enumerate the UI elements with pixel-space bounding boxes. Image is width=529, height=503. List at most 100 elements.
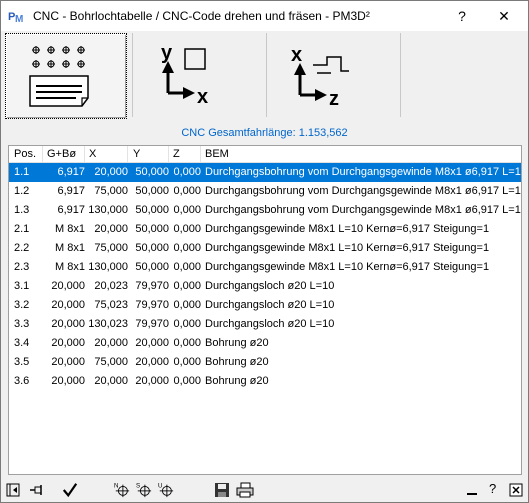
drill-hole-table[interactable]: Pos. G+Bø X Y Z BEM 1.1 6,917 20,000 50,000… xyxy=(8,145,522,475)
column-header-y[interactable]: Y xyxy=(133,148,140,162)
cell-bem: Durchgangsgewinde M8x1 L=10 Kernø=6,917 … xyxy=(205,242,490,254)
cnc-window: P M CNC - Bohrlochtabelle / CNC-Code dre… xyxy=(0,0,529,503)
column-divider[interactable] xyxy=(200,146,201,162)
checkmark-icon[interactable] xyxy=(61,482,79,498)
cell-x: 75,023 xyxy=(94,299,128,311)
table-row[interactable]: 3.2 20,000 75,023 79,970 0,000 Durchgangsloch… xyxy=(9,296,521,315)
pin-icon[interactable] xyxy=(29,482,45,498)
xy-axis-icon: y x xyxy=(161,42,208,108)
cell-g-diameter: 20,000 xyxy=(51,375,85,387)
cell-z: 0,000 xyxy=(173,204,201,216)
cell-y: 50,000 xyxy=(135,166,169,178)
cell-z: 0,000 xyxy=(173,356,201,368)
cell-pos: 3.1 xyxy=(14,280,30,292)
snap-south-label: S xyxy=(136,482,140,489)
table-row[interactable]: 3.4 20,000 20,000 20,000 0,000 Bohrung ø20 xyxy=(9,334,521,353)
column-divider[interactable] xyxy=(84,146,85,162)
cell-g-diameter: M 8x1 xyxy=(55,261,85,273)
drill-table-icon xyxy=(29,46,89,107)
table-row[interactable]: 2.1 M 8x1 20,000 50,000 0,000 Durchgangsgewin… xyxy=(9,220,521,239)
table-header: Pos. G+Bø X Y Z BEM xyxy=(9,146,521,163)
cell-z: 0,000 xyxy=(173,261,201,273)
cell-pos: 2.1 xyxy=(14,223,30,235)
close-button[interactable]: ✕ xyxy=(490,6,518,26)
column-divider[interactable] xyxy=(42,146,43,162)
cell-y: 50,000 xyxy=(135,185,169,197)
cell-bem: Bohrung ø20 xyxy=(205,356,269,368)
cell-z: 0,000 xyxy=(173,299,201,311)
table-row[interactable]: 1.2 6,917 75,000 50,000 0,000 Durchgangsbohru… xyxy=(9,182,521,201)
cell-y: 20,000 xyxy=(135,375,169,387)
help-button[interactable]: ? xyxy=(450,6,474,26)
cell-x: 130,000 xyxy=(88,204,128,216)
table-row[interactable]: 2.3 M 8x1 130,000 50,000 0,000 Durchgangsgewi… xyxy=(9,258,521,277)
cell-x: 75,000 xyxy=(94,242,128,254)
table-row[interactable]: 3.5 20,000 75,000 20,000 0,000 Bohrung ø20 xyxy=(9,353,521,372)
axis-x-label: x xyxy=(197,86,208,108)
snap-up-icon[interactable]: U xyxy=(157,482,175,498)
cell-z: 0,000 xyxy=(173,166,201,178)
cell-x: 75,000 xyxy=(94,356,128,368)
cell-g-diameter: 20,000 xyxy=(51,318,85,330)
cell-pos: 1.2 xyxy=(14,185,30,197)
cell-x: 20,000 xyxy=(94,375,128,387)
table-row[interactable]: 1.1 6,917 20,000 50,000 0,000 Durchgangsbohru… xyxy=(9,163,521,182)
drill-table-tool[interactable] xyxy=(5,33,127,119)
cell-bem: Durchgangsloch ø20 L=10 xyxy=(205,299,335,311)
print-icon[interactable] xyxy=(236,482,254,498)
cell-g-diameter: 6,917 xyxy=(57,185,85,197)
cell-z: 0,000 xyxy=(173,375,201,387)
minimize-icon[interactable] xyxy=(465,482,479,498)
cell-x: 130,023 xyxy=(88,318,128,330)
column-header-pos[interactable]: Pos. xyxy=(14,148,36,162)
cell-y: 50,000 xyxy=(135,223,169,235)
cell-z: 0,000 xyxy=(173,318,201,330)
cell-z: 0,000 xyxy=(173,242,201,254)
snap-south-icon[interactable]: S xyxy=(135,482,153,498)
collapse-left-icon[interactable] xyxy=(6,482,20,498)
close-small-icon[interactable] xyxy=(509,482,523,498)
cell-z: 0,000 xyxy=(173,280,201,292)
column-header-z[interactable]: Z xyxy=(173,148,180,162)
app-icon: P M xyxy=(8,8,26,24)
column-header-bem[interactable]: BEM xyxy=(205,148,229,162)
cell-bem: Bohrung ø20 xyxy=(205,337,269,349)
table-row[interactable]: 1.3 6,917 130,000 50,000 0,000 Durchgangsbohr… xyxy=(9,201,521,220)
cell-y: 79,970 xyxy=(135,299,169,311)
xy-milling-tool[interactable]: y x xyxy=(135,33,265,117)
cell-z: 0,000 xyxy=(173,223,201,235)
cell-y: 79,970 xyxy=(135,280,169,292)
table-row[interactable]: 3.3 20,000 130,023 79,970 0,000 Durchgangsloc… xyxy=(9,315,521,334)
cell-y: 20,000 xyxy=(135,337,169,349)
table-row[interactable]: 3.6 20,000 20,000 20,000 0,000 Bohrung ø20 xyxy=(9,372,521,391)
axis-x-label: x xyxy=(291,44,302,66)
cell-y: 50,000 xyxy=(135,242,169,254)
cell-g-diameter: 20,000 xyxy=(51,280,85,292)
column-divider[interactable] xyxy=(127,146,128,162)
cell-bem: Durchgangsbohrung vom Durchgangsgewinde … xyxy=(205,166,522,178)
axis-z-label: z xyxy=(329,88,339,110)
cell-y: 20,000 xyxy=(135,356,169,368)
status-bar: N S U ? xyxy=(1,478,528,502)
toolbar: y x x z xyxy=(1,31,528,119)
cell-x: 130,000 xyxy=(88,261,128,273)
column-header-g-diameter[interactable]: G+Bø xyxy=(47,148,76,162)
table-row[interactable]: 2.2 M 8x1 75,000 50,000 0,000 Durchgangsgewin… xyxy=(9,239,521,258)
cell-y: 50,000 xyxy=(135,204,169,216)
snap-up-label: U xyxy=(158,482,163,489)
cell-x: 75,000 xyxy=(94,185,128,197)
column-header-x[interactable]: X xyxy=(89,148,96,162)
cell-y: 50,000 xyxy=(135,261,169,273)
snap-north-label: N xyxy=(114,482,119,489)
cell-g-diameter: 20,000 xyxy=(51,337,85,349)
save-icon[interactable] xyxy=(214,482,230,498)
title-bar: P M CNC - Bohrlochtabelle / CNC-Code dre… xyxy=(1,1,528,31)
table-row[interactable]: 3.1 20,000 20,023 79,970 0,000 Durchgangsloch… xyxy=(9,277,521,296)
xz-turning-tool[interactable]: x z xyxy=(269,33,399,117)
svg-text:M: M xyxy=(15,14,23,24)
status-help-button[interactable]: ? xyxy=(489,481,496,497)
snap-north-icon[interactable]: N xyxy=(113,482,131,498)
column-divider[interactable] xyxy=(168,146,169,162)
toolbar-separator xyxy=(266,33,267,117)
cell-pos: 3.3 xyxy=(14,318,30,330)
